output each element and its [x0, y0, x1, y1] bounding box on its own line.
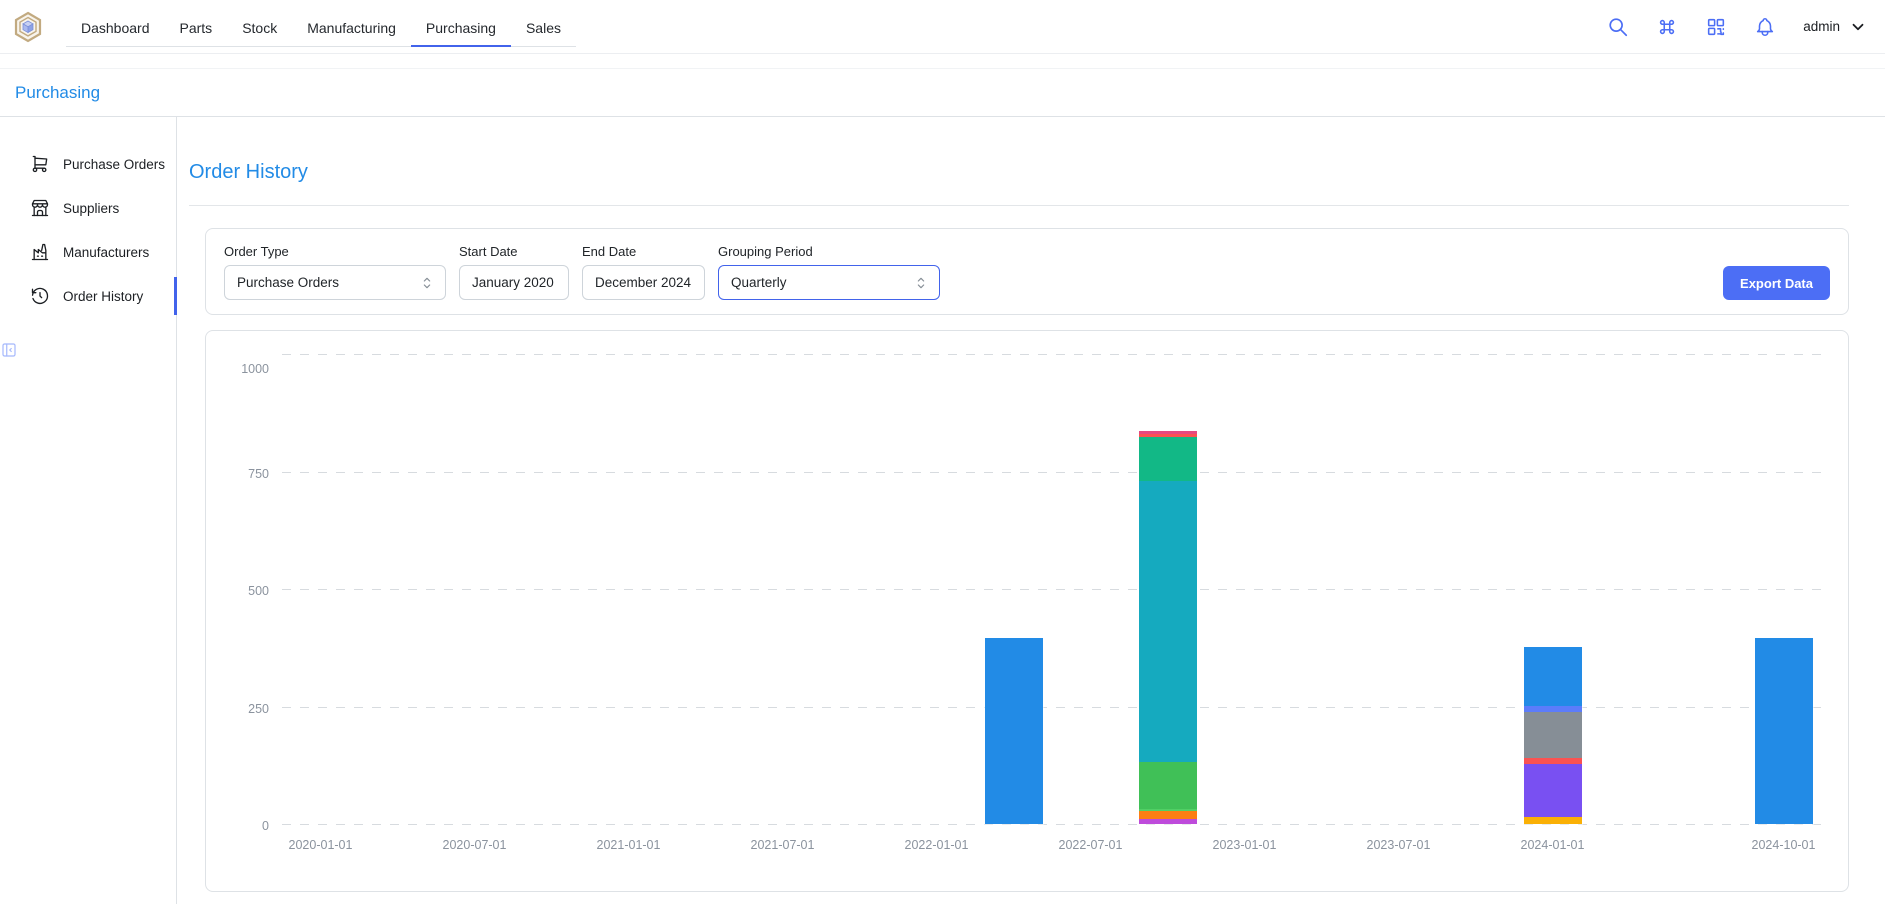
bar-segment	[1139, 811, 1197, 819]
bar-segment	[1139, 437, 1197, 481]
order-type-select[interactable]: Purchase Orders	[224, 265, 446, 300]
grouping-period-value: Quarterly	[731, 275, 787, 290]
x-axis-tick-label: 2023-07-01	[1367, 838, 1431, 852]
bar-segment	[985, 638, 1043, 824]
gridline	[282, 707, 1822, 708]
bar-segment	[1139, 762, 1197, 809]
export-data-button[interactable]: Export Data	[1723, 266, 1830, 300]
tab-parts[interactable]: Parts	[165, 13, 228, 47]
sidebar-item-label: Manufacturers	[63, 245, 149, 260]
x-axis-tick-label: 2020-01-01	[289, 838, 353, 852]
end-date-input[interactable]	[582, 265, 705, 300]
bar-segment	[1139, 481, 1197, 762]
x-axis-tick-label: 2022-01-01	[905, 838, 969, 852]
breadcrumb-bar: Purchasing	[0, 68, 1885, 117]
sidebar-item-order-history[interactable]: Order History	[0, 279, 176, 313]
content-area: Purchase Orders Suppliers Manufacturers Ord…	[0, 117, 1885, 904]
grouping-period-select[interactable]: Quarterly	[718, 265, 940, 300]
sidebar-item-purchase-orders[interactable]: Purchase Orders	[0, 147, 176, 181]
x-axis-tick-label: 2024-01-01	[1521, 838, 1585, 852]
stacked-bar-2024-01-01[interactable]	[1523, 646, 1583, 825]
sidebar-item-label: Purchase Orders	[63, 157, 165, 172]
sidebar-item-label: Order History	[63, 289, 143, 304]
x-axis-tick-label: 2020-07-01	[443, 838, 507, 852]
factory-icon	[30, 242, 50, 262]
chart-plot: 025050075010002020-01-012020-07-012021-0…	[282, 355, 1822, 825]
x-axis-tick-label: 2024-10-01	[1752, 838, 1816, 852]
inventree-logo-icon	[12, 11, 44, 43]
start-date-input[interactable]	[459, 265, 569, 300]
y-axis-tick-label: 1000	[223, 362, 269, 376]
user-name: admin	[1803, 19, 1840, 34]
sidebar-item-suppliers[interactable]: Suppliers	[0, 191, 176, 225]
page-title: Order History	[189, 161, 1849, 184]
y-axis-tick-label: 0	[223, 819, 269, 833]
start-date-group: Start Date	[459, 244, 569, 300]
history-icon	[30, 286, 50, 306]
top-navigation: DashboardPartsStockManufacturingPurchasi…	[0, 0, 1885, 54]
shopping-cart-icon	[30, 154, 50, 174]
gridline	[282, 472, 1822, 473]
start-date-label: Start Date	[459, 244, 569, 259]
bar-segment	[1524, 647, 1582, 706]
bar-segment	[1524, 712, 1582, 758]
tab-stock[interactable]: Stock	[227, 13, 292, 47]
bell-icon[interactable]	[1754, 16, 1776, 38]
x-axis-tick-label: 2022-07-01	[1059, 838, 1123, 852]
gridline	[282, 824, 1822, 825]
selector-icon	[419, 275, 435, 291]
building-store-icon	[30, 198, 50, 218]
nav-right-actions: admin	[1607, 16, 1867, 38]
x-axis-tick-label: 2021-07-01	[751, 838, 815, 852]
sidebar-item-label: Suppliers	[63, 201, 119, 216]
gridline	[282, 589, 1822, 590]
x-axis-tick-label: 2021-01-01	[597, 838, 661, 852]
order-type-label: Order Type	[224, 244, 446, 259]
tab-purchasing[interactable]: Purchasing	[411, 13, 511, 47]
sidebar-collapse-icon[interactable]	[0, 341, 176, 359]
stacked-bar-2022-10-01[interactable]	[1138, 430, 1198, 825]
breadcrumb[interactable]: Purchasing	[15, 83, 100, 103]
gridline	[282, 354, 1822, 355]
y-axis-tick-label: 250	[223, 702, 269, 716]
main-tab-bar: DashboardPartsStockManufacturingPurchasi…	[66, 13, 576, 47]
command-icon[interactable]	[1656, 16, 1678, 38]
search-icon[interactable]	[1607, 16, 1629, 38]
bar-segment	[1755, 638, 1813, 824]
tab-dashboard[interactable]: Dashboard	[66, 13, 165, 47]
main-panel: Order History Order Type Purchase Orders…	[177, 117, 1885, 904]
y-axis-tick-label: 750	[223, 467, 269, 481]
selector-icon	[913, 275, 929, 291]
order-type-value: Purchase Orders	[237, 275, 339, 290]
tab-sales[interactable]: Sales	[511, 13, 576, 47]
qr-code-scan-icon[interactable]	[1705, 16, 1727, 38]
filter-card: Order Type Purchase Orders Start Date En…	[205, 228, 1849, 315]
end-date-group: End Date	[582, 244, 705, 300]
bar-segment	[1139, 819, 1197, 824]
stacked-bar-2022-04-01[interactable]	[984, 637, 1044, 825]
title-divider	[189, 205, 1849, 206]
end-date-label: End Date	[582, 244, 705, 259]
y-axis-tick-label: 500	[223, 584, 269, 598]
user-menu[interactable]: admin	[1803, 18, 1867, 36]
grouping-period-group: Grouping Period Quarterly	[718, 244, 940, 300]
order-type-group: Order Type Purchase Orders	[224, 244, 446, 300]
sidebar-item-manufacturers[interactable]: Manufacturers	[0, 235, 176, 269]
order-history-chart-card: 0 250 500 750 1000 2020-01-01 2020-07-01 2021-0…	[205, 330, 1849, 892]
bar-segment	[1524, 764, 1582, 817]
stacked-bar-2024-10-01[interactable]	[1754, 637, 1814, 825]
bar-segment	[1524, 817, 1582, 824]
chevron-down-icon	[1849, 18, 1867, 36]
x-axis-tick-label: 2023-01-01	[1213, 838, 1277, 852]
sidebar: Purchase Orders Suppliers Manufacturers Ord…	[0, 117, 177, 904]
tab-manufacturing[interactable]: Manufacturing	[292, 13, 411, 47]
grouping-period-label: Grouping Period	[718, 244, 940, 259]
